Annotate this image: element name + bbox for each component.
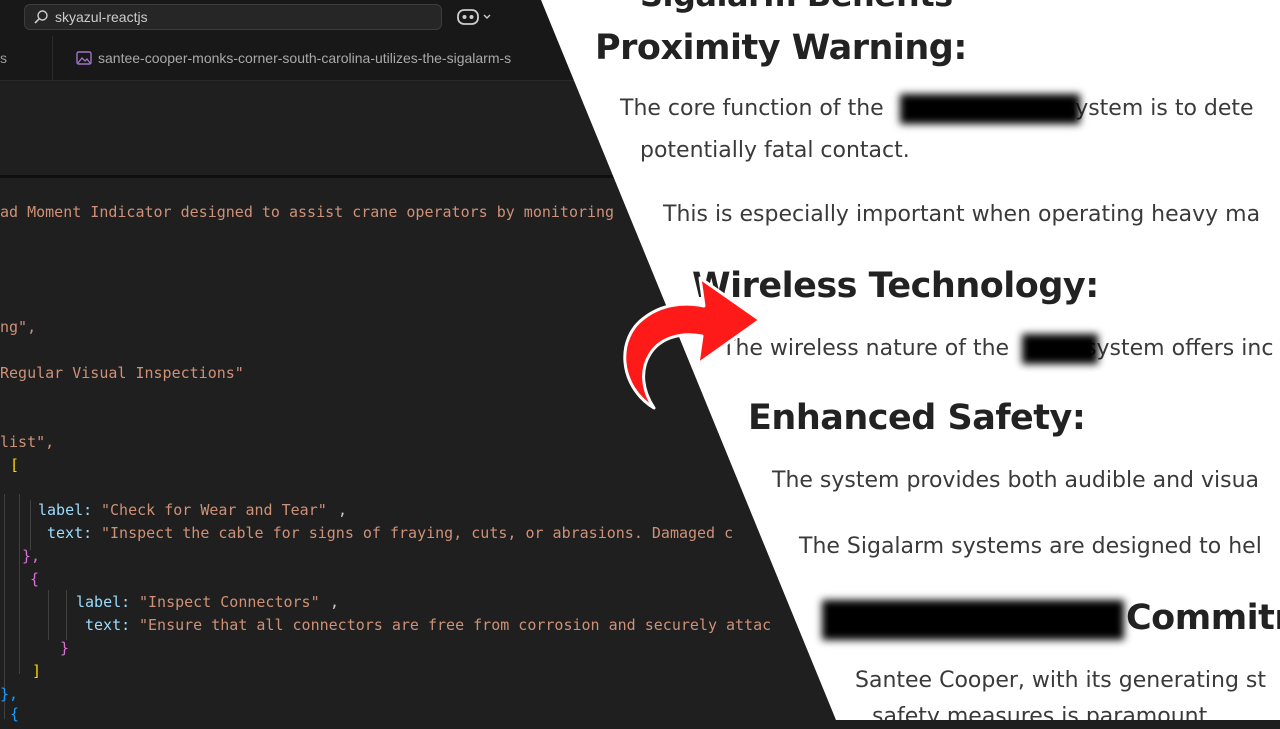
paragraph-important: This is especially important when operat… [663,202,1261,227]
redaction-block [900,94,1080,124]
copilot-icon[interactable] [456,6,496,28]
code-line: list", [0,433,55,451]
paragraph-safety-measures: safety measures is paramount [872,704,1208,729]
paragraph-text: The core function of the [620,96,884,121]
code-bracket: }, [0,685,19,703]
tab-active-file[interactable]: santee-cooper-monks-corner-south-carolin… [70,36,590,80]
tab-label: santee-cooper-monks-corner-south-carolin… [98,50,512,66]
code-bracket: } [60,639,70,657]
paragraph-proximity-2: potentially fatal contact. [640,138,910,163]
code-bracket: { [10,705,20,723]
command-center-search[interactable]: skyazul-reactjs [24,4,442,30]
code-value: "Inspect the cable for signs of fraying,… [101,524,734,542]
heading-enhanced-safety: Enhanced Safety: [748,398,1086,438]
paragraph-sigalarm: The Sigalarm systems are designed to hel [799,534,1262,559]
code-line: ad Moment Indicator designed to assist c… [0,203,615,221]
code-bracket: { [30,570,40,588]
indent-guide [66,590,67,640]
tab-separator [52,36,53,80]
code-value: "Check for Wear and Tear" [101,501,327,519]
code-key: label: [76,593,131,611]
code-value: "Ensure that all connectors are free fro… [139,616,772,634]
tab-previous[interactable]: s [0,50,7,66]
code-punct: , [338,501,348,519]
code-key: label: [38,501,93,519]
search-text: skyazul-reactjs [55,9,148,25]
image-file-icon [76,51,92,65]
code-bracket: }, [22,547,41,565]
heading-proximity-warning: Proximity Warning: [595,28,967,68]
section-heading-top: Sigalarm Benefits [640,0,953,14]
code-key: text: [85,616,131,634]
heading-text: Commitm [1126,598,1280,638]
code-bracket: [ [10,456,20,474]
code-line: ng", [0,318,37,336]
code-value: "Inspect Connectors" [139,593,320,611]
code-key: text: [47,524,93,542]
redaction-block [822,600,1124,640]
paragraph-wireless: The wireless nature of the system offers … [722,336,1273,361]
code-bracket: ] [32,662,42,680]
paragraph-text: system is to dete [1063,96,1254,121]
search-icon [34,10,48,24]
indent-guide [19,494,20,674]
curved-arrow-icon [623,276,762,410]
paragraph-safety: The system provides both audible and vis… [772,468,1260,493]
indent-guide [48,590,49,640]
code-punct: , [330,593,340,611]
paragraph-santee: Santee Cooper, with its generating st [855,668,1266,693]
code-line: Regular Visual Inspections" [0,364,244,382]
paragraph-text: system offers inc [1085,336,1274,361]
indent-guide [30,500,31,550]
redaction-block [1022,334,1098,364]
